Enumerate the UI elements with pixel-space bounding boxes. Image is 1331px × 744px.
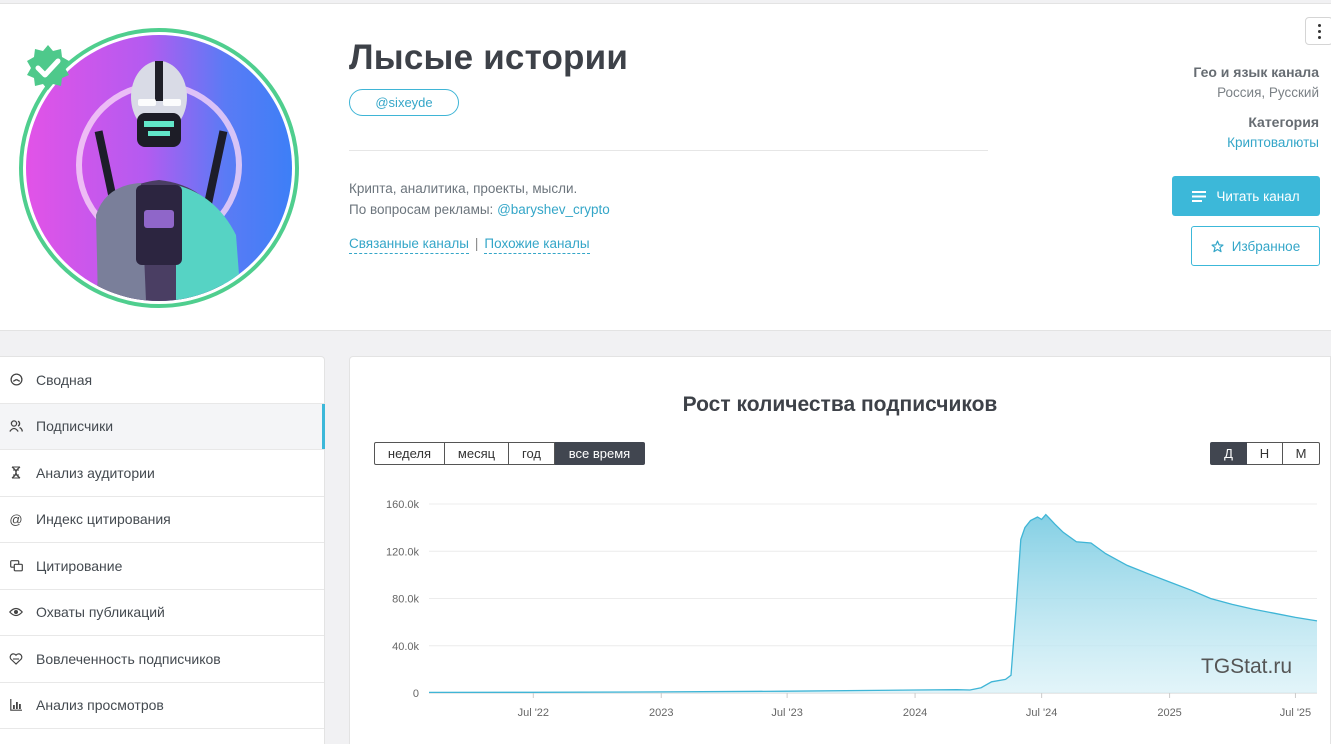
users-icon [9,419,23,433]
channel-handle-badge[interactable]: @sixeyde [349,89,459,116]
x-tick-label: 2025 [1157,707,1181,719]
x-tick-label: Jul '25 [1280,707,1311,719]
category-value: Криптовалюты [1227,135,1319,150]
kebab-dot-icon [1317,35,1321,39]
sidebar-item-label: Вовлеченность подписчиков [36,650,221,667]
bar-chart-icon [9,698,23,712]
x-tick-label: Jul '22 [518,707,549,719]
sidebar-item-label: Охваты публикаций [36,604,165,621]
header-divider [349,150,988,151]
chart-watermark: TGStat.ru [1201,655,1293,678]
engagement-icon [9,652,23,666]
star-icon [1211,239,1224,252]
sidebar-item-views[interactable]: Анализ просмотров [0,683,324,729]
category-label: Категория [1248,114,1319,130]
sidebar-item-audience[interactable]: Анализ аудитории [0,450,324,497]
y-tick-label: 160.0k [386,499,420,511]
y-tick-label: 40.0k [392,641,419,653]
category-link[interactable]: Криптовалюты [1227,135,1319,150]
at-icon: @ [9,511,23,527]
sidebar-item-label: Индекс цитирования [36,511,171,528]
geo-block: Гео и язык канала Россия, Русский [1193,64,1319,100]
channel-title: Лысые истории [349,38,629,77]
y-tick-label: 80.0k [392,594,419,606]
geo-label: Гео и язык канала [1193,64,1319,80]
x-tick-label: 2024 [903,707,927,719]
links-separator: | [474,236,479,251]
channel-header: Лысые истории @sixeyde Крипта, аналитика… [0,3,1331,331]
favorite-button[interactable]: Избранное [1191,226,1320,266]
kebab-dot-icon [1317,23,1321,27]
kebab-dot-icon [1317,29,1321,33]
sidebar-item-subscribers[interactable]: Подписчики [0,403,325,450]
y-tick-label: 0 [413,688,419,700]
description-line-1: Крипта, аналитика, проекты, мысли. [349,181,578,196]
geo-value: Россия, Русский [1217,85,1319,100]
channel-description: Крипта, аналитика, проекты, мысли. По во… [349,178,610,220]
sidebar-item-reach[interactable]: Охваты публикаций [0,590,324,636]
similar-channels-link[interactable]: Похожие каналы [484,236,590,254]
eye-icon [9,605,23,619]
sidebar-item-engagement[interactable]: Вовлеченность подписчиков [0,636,324,683]
sidebar-item-label: Анализ просмотров [36,697,164,714]
quote-icon [9,559,23,573]
verified-badge-icon [27,45,69,90]
read-channel-button[interactable]: Читать канал [1172,176,1320,216]
ad-contact-prefix: По вопросам рекламы: [349,202,498,217]
list-icon [1192,190,1207,202]
sidebar-item-citation-index[interactable]: @ Индекс цитирования [0,497,324,543]
sidebar-item-label: Подписчики [36,418,114,435]
category-block: Категория Криптовалюты [1227,114,1319,150]
dna-icon [9,466,23,480]
x-tick-label: Jul '24 [1026,707,1057,719]
read-channel-label: Читать канал [1216,188,1300,204]
x-tick-label: 2023 [649,707,673,719]
sidebar-item-label: Анализ аудитории [36,464,155,481]
sidebar-item-citations[interactable]: Цитирование [0,543,324,590]
related-channels-link[interactable]: Связанные каналы [349,236,469,254]
related-links: Связанные каналы | Похожие каналы [349,236,590,254]
subscriber-growth-card: Рост количества подписчиков неделя месяц… [349,356,1331,744]
dashboard-icon [9,373,23,387]
description-line-2: По вопросам рекламы: @baryshev_crypto [349,199,610,220]
sidebar-nav: Сводная Подписчики Анализ аудитории @ Ин… [0,356,325,744]
x-tick-label: Jul '23 [771,707,802,719]
sidebar-item-summary[interactable]: Сводная [0,357,324,404]
ad-contact-link[interactable]: @baryshev_crypto [497,202,610,217]
sidebar-item-label: Сводная [36,371,93,388]
y-tick-label: 120.0k [386,546,420,558]
sidebar-item-label: Цитирование [36,557,123,574]
favorite-label: Избранное [1231,238,1301,254]
subscriber-area-chart[interactable]: 0 40.0k 80.0k 120.0k 160.0k Jul '22 2023 Jul '2… [350,357,1330,744]
more-options-button[interactable] [1305,17,1331,45]
subscribers-area [429,514,1317,693]
